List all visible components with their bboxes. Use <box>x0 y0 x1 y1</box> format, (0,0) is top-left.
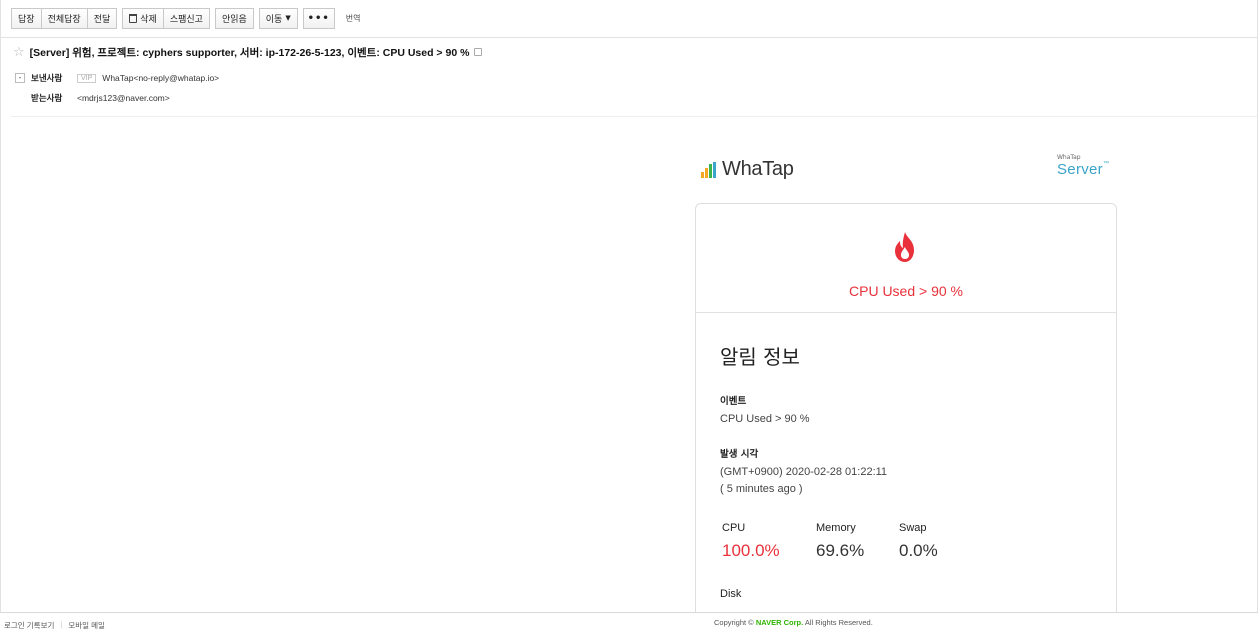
product-name: Server™ <box>1057 161 1109 178</box>
event-label: 이벤트 <box>720 396 747 407</box>
move-label: 이동 <box>265 14 283 25</box>
naver-corp-link[interactable]: NAVER Corp. <box>756 618 803 627</box>
forward-label: 전달 <box>93 14 111 25</box>
footer-separator: | <box>60 620 63 629</box>
recipient-label: 받는사람 <box>31 93 63 103</box>
metric-label: Memory <box>816 522 856 534</box>
move-dropdown[interactable]: 이동 ▼ <box>258 7 298 29</box>
more-icon: ••• <box>307 12 330 24</box>
reply-button[interactable]: 답장 <box>11 7 42 29</box>
metric-label: CPU <box>722 522 746 534</box>
toolbar-divider <box>1 37 1257 38</box>
spam-report-button[interactable]: 스팸신고 <box>162 7 210 29</box>
footer-links: 로그인 기록보기 | 모바일 메일 <box>4 620 105 631</box>
collapse-icon[interactable]: - <box>15 73 25 83</box>
footer: 로그인 기록보기 | 모바일 메일 Copyright © NAVER Corp… <box>0 612 1258 634</box>
mobile-mail-link[interactable]: 모바일 메일 <box>68 620 105 631</box>
recipient-row: 받는사람 <mdrjs123@naver.com> <box>31 92 170 104</box>
recipient-address[interactable]: <mdrjs123@naver.com> <box>77 93 170 103</box>
mark-unread-button[interactable]: 안읽음 <box>214 7 254 29</box>
event-value: CPU Used > 90 % <box>720 413 810 425</box>
time-label: 발생 시각 <box>720 449 759 460</box>
time-ago: ( 5 minutes ago ) <box>720 483 803 495</box>
spam-label: 스팸신고 <box>169 14 203 25</box>
subject-line: ☆ [Server] 위험, 프로젝트: cyphers supporter, … <box>13 44 483 60</box>
caret-down-icon: ▼ <box>285 14 291 22</box>
section-title: 알림 정보 <box>720 345 800 369</box>
metric-memory: Memory 69.6% <box>816 522 864 561</box>
metric-cpu: CPU 100.0% <box>722 522 780 561</box>
copyright-rights: All Rights Reserved. <box>804 618 873 627</box>
subject-text: [Server] 위험, 프로젝트: cyphers supporter, 서버… <box>29 46 470 59</box>
product-logo: WhaTap Server™ <box>1057 154 1109 178</box>
trademark-mark: ™ <box>1102 161 1110 167</box>
brand-name: WhaTap <box>722 158 794 180</box>
disk-label: Disk <box>720 588 742 600</box>
bars-icon <box>701 161 717 178</box>
star-icon[interactable]: ☆ <box>13 45 25 60</box>
mail-toolbar: 답장 전체답장 전달 삭제 스팸신고 안읽음 이동 ▼ ••• 번역 <box>11 7 360 29</box>
translate-link[interactable]: 번역 <box>346 13 361 24</box>
forward-button[interactable]: 전달 <box>86 7 118 29</box>
reply-all-button[interactable]: 전체답장 <box>40 7 88 29</box>
alert-header: CPU Used > 90 % <box>696 204 1116 313</box>
sender-row: - 보낸사람 VIP WhaTap<no-reply@whatap.io> <box>15 72 219 84</box>
delete-label: 삭제 <box>140 14 157 25</box>
header-divider <box>11 116 1257 117</box>
time-value: (GMT+0900) 2020-02-28 01:22:11 <box>720 466 888 478</box>
vip-badge[interactable]: VIP <box>77 73 97 83</box>
metric-value: 69.6% <box>816 541 865 560</box>
trash-icon <box>129 13 138 23</box>
reply-label: 답장 <box>18 14 35 25</box>
sender-address[interactable]: WhaTap<no-reply@whatap.io> <box>102 73 219 83</box>
copyright: Copyright © NAVER Corp. All Rights Reser… <box>714 618 873 627</box>
alert-card: CPU Used > 90 % 알림 정보 이벤트 CPU Used > 90 … <box>695 203 1117 612</box>
metric-label: Swap <box>899 522 927 534</box>
whatap-logo: WhaTap <box>701 158 794 181</box>
popout-icon[interactable] <box>474 48 483 56</box>
reply-all-label: 전체답장 <box>47 14 81 25</box>
unread-label: 안읽음 <box>221 14 247 25</box>
metric-value: 0.0% <box>899 541 938 560</box>
delete-button[interactable]: 삭제 <box>122 7 164 29</box>
alert-title: CPU Used > 90 % <box>849 283 963 299</box>
metric-value: 100.0% <box>722 541 780 560</box>
login-history-link[interactable]: 로그인 기록보기 <box>4 620 54 631</box>
more-button[interactable]: ••• <box>302 7 335 29</box>
metric-swap: Swap 0.0% <box>899 522 938 561</box>
product-name-text: Server <box>1057 161 1103 178</box>
mail-view: 답장 전체답장 전달 삭제 스팸신고 안읽음 이동 ▼ ••• 번역 ☆ [Ser… <box>0 0 1258 612</box>
product-small-label: WhaTap <box>1057 154 1081 161</box>
sender-label: 보낸사람 <box>31 73 63 83</box>
copyright-prefix: Copyright © <box>714 618 754 627</box>
flame-icon <box>895 232 914 262</box>
